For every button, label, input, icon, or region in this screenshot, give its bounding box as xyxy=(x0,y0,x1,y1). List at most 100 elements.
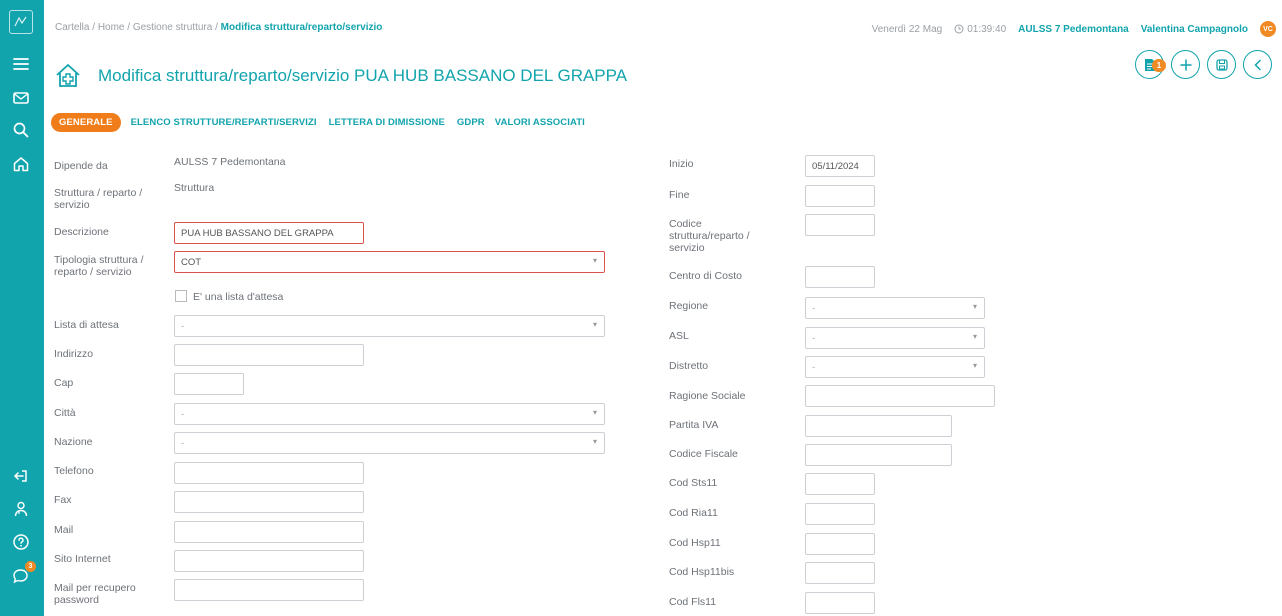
cod-hsp11-input[interactable] xyxy=(805,533,875,555)
chevron-down-icon: ▾ xyxy=(592,320,597,329)
home-icon[interactable] xyxy=(7,152,35,176)
dipende-da-value: AULSS 7 Pedemontana xyxy=(174,156,286,168)
lista-attesa-value: - xyxy=(181,320,185,332)
tab-generale[interactable]: GENERALE xyxy=(51,113,121,132)
codice-fiscale-label: Codice Fiscale xyxy=(669,448,738,460)
cod-sts11-label: Cod Sts11 xyxy=(669,477,718,489)
help-icon[interactable] xyxy=(7,530,35,554)
documents-badge: 1 xyxy=(1152,59,1166,72)
citta-value: - xyxy=(181,408,185,420)
telefono-input[interactable] xyxy=(174,462,364,484)
chevron-down-icon: ▾ xyxy=(972,302,977,311)
distretto-select[interactable]: - ▾ xyxy=(805,356,985,378)
centro-costo-label: Centro di Costo xyxy=(669,270,742,282)
breadcrumb-item-cartella[interactable]: Cartella xyxy=(55,22,89,33)
action-toolbar: 1 xyxy=(1135,50,1272,79)
lista-attesa-checkbox[interactable] xyxy=(175,290,187,302)
fax-input[interactable] xyxy=(174,491,364,513)
chevron-left-icon xyxy=(1253,59,1261,70)
mail-label: Mail xyxy=(54,524,74,536)
chevron-down-icon: ▾ xyxy=(972,361,977,370)
indirizzo-label: Indirizzo xyxy=(54,348,94,360)
regione-value: - xyxy=(812,302,816,314)
tipologia-value: COT xyxy=(181,256,202,268)
sito-input[interactable] xyxy=(174,550,364,572)
inizio-label: Inizio xyxy=(669,158,694,170)
breadcrumb-current: Modifica struttura/reparto/servizio xyxy=(220,22,383,33)
back-button[interactable] xyxy=(1243,50,1272,79)
cap-input[interactable] xyxy=(174,373,244,395)
sidebar: 3 xyxy=(0,0,44,616)
save-button[interactable] xyxy=(1207,50,1236,79)
doctor-icon[interactable] xyxy=(7,497,35,521)
indirizzo-input[interactable] xyxy=(174,344,364,366)
org-name[interactable]: AULSS 7 Pedemontana xyxy=(1018,24,1129,35)
search-icon[interactable] xyxy=(7,118,35,142)
logout-icon[interactable] xyxy=(7,464,35,488)
mail-recupero-input[interactable] xyxy=(174,579,364,601)
add-button[interactable] xyxy=(1171,50,1200,79)
chat-badge: 3 xyxy=(25,561,36,572)
cod-hsp11bis-input[interactable] xyxy=(805,562,875,584)
avatar[interactable]: VC xyxy=(1260,21,1276,37)
menu-icon[interactable] xyxy=(7,52,35,76)
centro-costo-input[interactable] xyxy=(805,266,875,288)
partita-iva-label: Partita IVA xyxy=(669,419,719,431)
breadcrumb-item-home[interactable]: Home xyxy=(98,22,125,33)
asl-value: - xyxy=(812,332,816,344)
codice-input[interactable] xyxy=(805,214,875,236)
clock: 01:39:40 xyxy=(954,24,1006,35)
nazione-select[interactable]: - ▾ xyxy=(174,432,605,454)
codice-label: Codice struttura/reparto / servizio xyxy=(669,218,750,254)
breadcrumb-item-gestione[interactable]: Gestione struttura xyxy=(133,22,212,33)
citta-select[interactable]: - ▾ xyxy=(174,403,605,425)
regione-label: Regione xyxy=(669,300,709,312)
descrizione-input[interactable]: PUA HUB BASSANO DEL GRAPPA xyxy=(174,222,364,244)
breadcrumb-separator: / xyxy=(89,22,98,33)
nazione-label: Nazione xyxy=(54,436,93,448)
tab-lettera-dimissione[interactable]: LETTERA DI DIMISSIONE xyxy=(329,117,445,128)
chevron-down-icon: ▾ xyxy=(592,408,597,417)
tab-elenco-strutture[interactable]: ELENCO STRUTTURE/REPARTI/SERVIZI xyxy=(131,117,317,128)
asl-label: ASL xyxy=(669,330,689,342)
user-name[interactable]: Valentina Campagnolo xyxy=(1141,24,1248,35)
regione-select[interactable]: - ▾ xyxy=(805,297,985,319)
asl-select[interactable]: - ▾ xyxy=(805,327,985,349)
codice-fiscale-input[interactable] xyxy=(805,444,952,466)
cod-fls11-input[interactable] xyxy=(805,592,875,614)
chevron-down-icon: ▾ xyxy=(592,256,597,265)
chevron-down-icon: ▾ xyxy=(972,332,977,341)
cod-hsp11bis-label: Cod Hsp11bis xyxy=(669,566,735,578)
tab-gdpr[interactable]: GDPR xyxy=(457,117,485,128)
breadcrumb-separator: / xyxy=(212,22,221,33)
lista-attesa-select[interactable]: - ▾ xyxy=(174,315,605,337)
plus-icon xyxy=(1179,58,1192,71)
tipologia-select[interactable]: COT ▾ xyxy=(174,251,605,273)
mail-input[interactable] xyxy=(174,521,364,543)
chat-icon[interactable]: 3 xyxy=(7,561,36,588)
date-label: Venerdì 22 Mag xyxy=(871,23,943,35)
sito-label: Sito Internet xyxy=(54,553,111,565)
breadcrumb: Cartella / Home / Gestione struttura / M… xyxy=(55,22,382,33)
citta-label: Città xyxy=(54,407,76,419)
documents-button[interactable]: 1 xyxy=(1135,50,1166,79)
fax-label: Fax xyxy=(54,494,72,506)
app-logo-icon[interactable] xyxy=(9,10,33,34)
inizio-input[interactable]: 05/11/2024 xyxy=(805,155,875,177)
cod-sts11-input[interactable] xyxy=(805,473,875,495)
ragione-sociale-input[interactable] xyxy=(805,385,995,407)
cod-ria11-label: Cod Ria11 xyxy=(669,507,718,519)
breadcrumb-separator: / xyxy=(124,22,133,33)
topbar: Cartella / Home / Gestione struttura / M… xyxy=(44,0,1282,52)
chevron-down-icon: ▾ xyxy=(592,437,597,446)
telefono-label: Telefono xyxy=(54,465,94,477)
fine-input[interactable] xyxy=(805,185,875,207)
struttura-label: Struttura / reparto / servizio xyxy=(54,187,143,211)
hospital-icon xyxy=(56,64,80,87)
mail-icon[interactable] xyxy=(7,86,35,110)
fine-label: Fine xyxy=(669,189,690,201)
page-header: Modifica struttura/reparto/servizio PUA … xyxy=(54,58,627,94)
cod-ria11-input[interactable] xyxy=(805,503,875,525)
tab-valori-associati[interactable]: VALORI ASSOCIATI xyxy=(495,117,585,128)
partita-iva-input[interactable] xyxy=(805,415,952,437)
